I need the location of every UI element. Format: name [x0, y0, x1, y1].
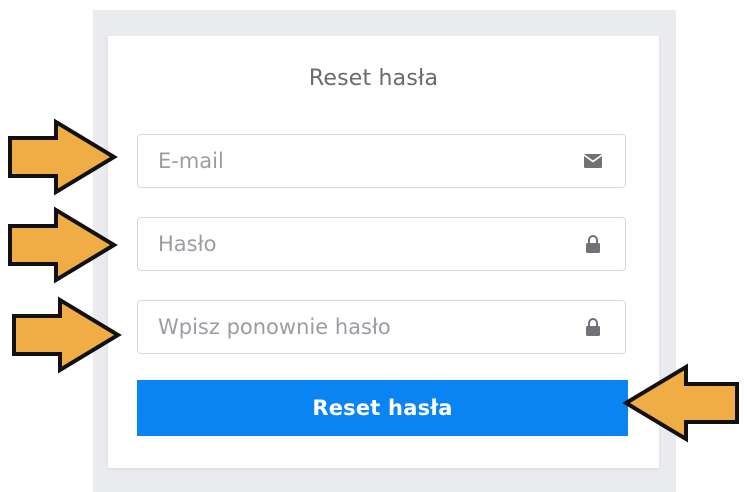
form-title: Reset hasła [308, 66, 439, 91]
password-repeat-input[interactable] [138, 301, 625, 353]
arrow-right-icon [8, 206, 118, 284]
envelope-icon [583, 151, 603, 171]
email-input[interactable] [138, 135, 625, 187]
reset-password-button[interactable]: Reset hasła [137, 380, 628, 436]
password-field[interactable] [137, 217, 626, 271]
lock-icon [583, 234, 603, 254]
arrow-right-icon [8, 118, 118, 196]
email-field[interactable] [137, 134, 626, 188]
lock-icon [583, 317, 603, 337]
password-input[interactable] [138, 218, 625, 270]
password-repeat-field[interactable] [137, 300, 626, 354]
arrow-left-icon [622, 363, 739, 443]
page: Reset hasła Reset hasła [0, 0, 747, 492]
arrow-right-icon [12, 296, 122, 374]
